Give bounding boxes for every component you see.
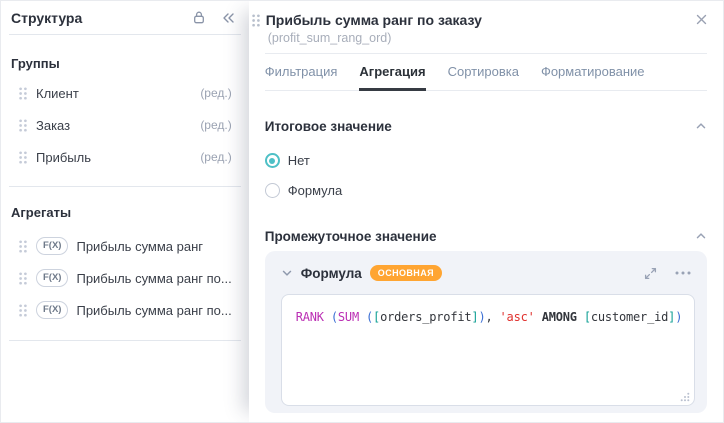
aggregate-label: Прибыль сумма ранг по...: [76, 270, 232, 286]
edit-link[interactable]: (ред.): [200, 150, 231, 164]
collapse-sidebar-icon[interactable]: [221, 12, 235, 24]
drag-handle-icon[interactable]: [19, 150, 27, 164]
collapse-section-icon[interactable]: [695, 120, 707, 132]
tab-2[interactable]: Агрегация: [359, 54, 426, 91]
close-icon[interactable]: [692, 10, 711, 29]
drag-handle-icon[interactable]: [19, 271, 27, 285]
aggregate-item: F(X) Прибыль сумма ранг: [1, 230, 249, 262]
formula-token: (: [330, 310, 338, 324]
panel-header: Прибыль сумма ранг по заказу: [249, 1, 723, 29]
tab-1[interactable]: Фильтрация: [265, 54, 338, 90]
groups-list: Клиент (ред.) Заказ (ред.) Прибыль (ред.): [1, 77, 249, 173]
radio-label: Формула: [287, 183, 343, 198]
formula-token: [: [583, 310, 591, 324]
formula-collapse-icon[interactable]: [281, 267, 293, 279]
drag-handle-icon[interactable]: [19, 239, 27, 253]
panel-title: Прибыль сумма ранг по заказу: [265, 11, 482, 28]
formula-token: [577, 310, 584, 324]
aggregates-heading: Агрегаты: [11, 205, 72, 220]
aggregates-list: F(X) Прибыль сумма ранг F(X) Прибыль сумма …: [1, 230, 249, 326]
formula-card-header: Формула ОСНОВНАЯ: [281, 261, 695, 285]
radio-option-2[interactable]: Формула: [264, 183, 707, 198]
tab-4[interactable]: Форматирование: [541, 54, 645, 90]
drag-handle-icon[interactable]: [19, 118, 27, 132]
radio-option-1[interactable]: Нет: [264, 153, 707, 168]
tab-3[interactable]: Сортировка: [448, 54, 519, 90]
sidebar-divider: [9, 340, 241, 341]
formula-token: AMONG: [541, 310, 577, 324]
formula-editor[interactable]: RANK (SUM ([orders_profit]), 'asc' AMONG…: [280, 294, 696, 406]
formula-token: SUM: [337, 310, 359, 324]
collapse-section-icon[interactable]: [695, 230, 707, 242]
formula-token: [359, 310, 366, 324]
formula-token: orders_profit: [380, 310, 472, 324]
expand-icon[interactable]: [642, 265, 659, 282]
drag-handle-icon[interactable]: [19, 86, 27, 100]
group-item: Клиент (ред.): [1, 77, 249, 109]
sidebar-title: Структура: [11, 9, 83, 26]
radio-circle-icon[interactable]: [264, 183, 280, 198]
group-label: Заказ: [36, 117, 71, 133]
edit-link[interactable]: (ред.): [200, 86, 231, 100]
drag-handle-icon[interactable]: [19, 303, 27, 317]
app-root: Структура Группы Клиент (ред.) Заказ (ред.)…: [0, 0, 724, 423]
formula-title: Формула: [300, 265, 362, 281]
formula-card: Формула ОСНОВНАЯ RANK (SUM ([orders_prof…: [264, 251, 708, 413]
edit-link[interactable]: (ред.): [200, 118, 231, 132]
field-settings-panel: Прибыль сумма ранг по заказу (profit_sum…: [248, 1, 723, 422]
group-item: Заказ (ред.): [1, 109, 249, 141]
formula-token: [324, 310, 331, 324]
radio-label: Нет: [287, 153, 310, 168]
sidebar-divider: [9, 186, 241, 187]
group-item: Прибыль (ред.): [1, 141, 249, 173]
formula-token: RANK: [295, 310, 324, 324]
formula-fx-badge: F(X): [36, 237, 69, 255]
formula-token: 'asc': [499, 310, 535, 324]
aggregate-item: F(X) Прибыль сумма ранг по...: [1, 294, 249, 326]
sidebar-divider: [9, 34, 241, 35]
total-options: Нет Формула: [249, 153, 723, 198]
lock-icon[interactable]: [192, 10, 206, 25]
group-label: Клиент: [36, 85, 79, 101]
total-value-section-header: Итоговое значение: [265, 117, 707, 135]
formula-fx-badge: F(X): [36, 301, 69, 319]
primary-badge: ОСНОВНАЯ: [369, 265, 442, 281]
formula-token: customer_id: [590, 310, 669, 324]
menu-ellipsis-icon[interactable]: [675, 269, 695, 277]
formula-token: (: [366, 310, 374, 324]
total-value-heading: Итоговое значение: [264, 118, 392, 134]
tab-bar: Фильтрация Агрегация Сортировка Форматирова…: [264, 54, 708, 91]
aggregate-label: Прибыль сумма ранг: [76, 238, 204, 254]
formula-code: RANK (SUM ([orders_profit]), 'asc' AMONG…: [295, 310, 683, 324]
panel-drag-handle-icon[interactable]: [251, 13, 260, 27]
intermediate-value-section-header: Промежуточное значение: [265, 227, 707, 245]
formula-token: [535, 310, 542, 324]
groups-heading: Группы: [11, 56, 60, 71]
aggregate-label: Прибыль сумма ранг по...: [76, 302, 232, 318]
formula-token: ,: [485, 310, 500, 324]
intermediate-value-heading: Промежуточное значение: [264, 228, 437, 244]
structure-sidebar: Структура Группы Клиент (ред.) Заказ (ред.)…: [1, 1, 249, 422]
group-label: Прибыль: [36, 149, 91, 165]
field-id: (profit_sum_rang_ord): [267, 31, 392, 45]
aggregate-item: F(X) Прибыль сумма ранг по...: [1, 262, 249, 294]
formula-fx-badge: F(X): [36, 269, 69, 287]
radio-circle-icon[interactable]: [264, 153, 280, 168]
formula-token: ): [675, 310, 683, 324]
resize-handle-icon[interactable]: [680, 392, 690, 402]
sidebar-header: Структура: [1, 1, 249, 34]
